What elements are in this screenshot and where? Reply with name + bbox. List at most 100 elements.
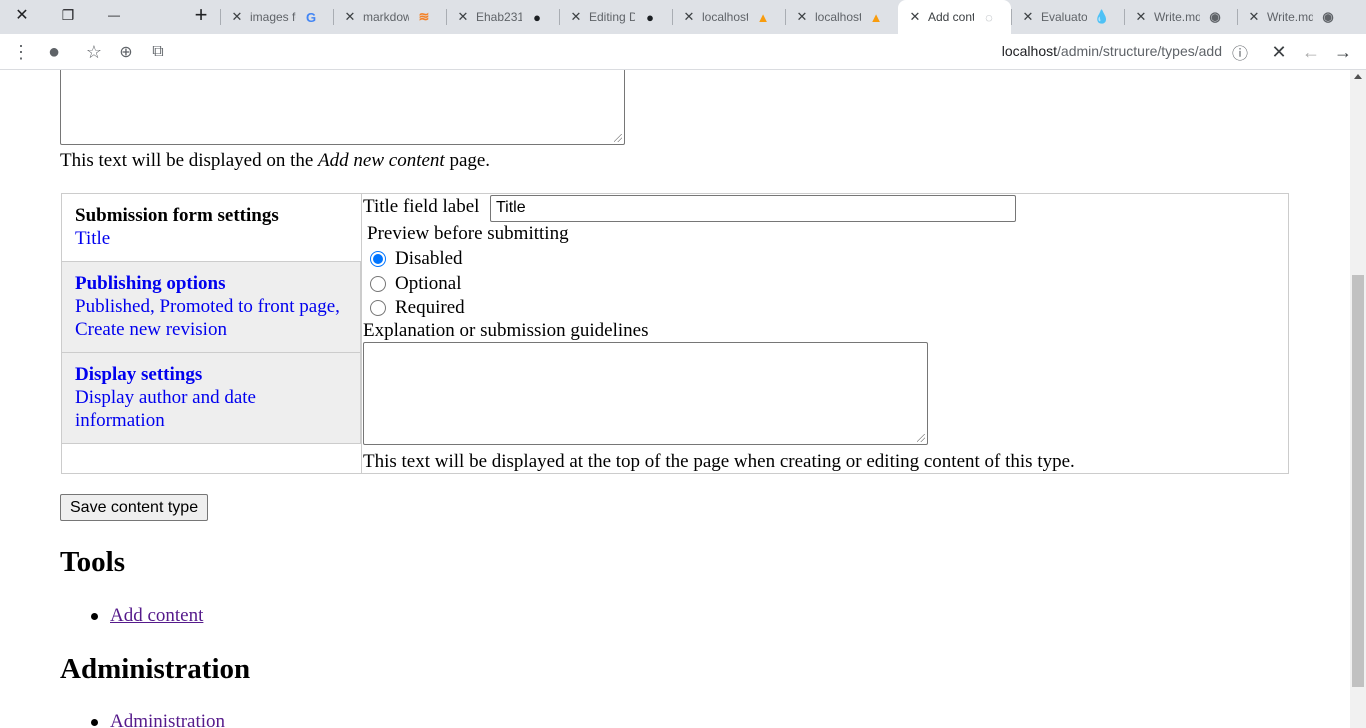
tab-close-icon[interactable]: ✕ xyxy=(569,9,583,25)
preview-option[interactable]: Disabled xyxy=(370,247,463,271)
tab-favicon-icon: ● xyxy=(533,9,541,25)
resize-grip-icon[interactable] xyxy=(614,134,622,142)
tab-close-icon[interactable]: ✕ xyxy=(795,9,809,25)
forward-arrow-icon[interactable]: → xyxy=(1331,40,1355,64)
tab-close-icon[interactable]: ✕ xyxy=(908,9,922,25)
help-emphasis: Add new content xyxy=(318,150,445,171)
tab-title: Write.md xyxy=(1154,10,1200,24)
preview-option[interactable]: Optional xyxy=(370,272,462,296)
tools-heading: Tools xyxy=(60,546,126,578)
url-host: localhost xyxy=(1001,43,1058,59)
tab-close-icon[interactable]: ✕ xyxy=(343,9,357,25)
vertical-tab[interactable]: Submission form settings Title xyxy=(62,194,361,262)
tab-close-icon[interactable]: ✕ xyxy=(1021,9,1035,25)
list-item: Administration xyxy=(91,710,225,728)
browser-tab[interactable]: ✕ Write.md ◉ xyxy=(1124,0,1237,34)
browser-tab[interactable]: ✕ markdow ≋ xyxy=(333,0,446,34)
vertical-tab-title: Display settings xyxy=(75,364,203,385)
save-content-type-button[interactable]: Save content type xyxy=(60,494,209,521)
new-tab-button[interactable]: + xyxy=(187,2,215,27)
bullet-icon xyxy=(91,612,98,620)
tab-favicon-icon: ◌ xyxy=(985,9,993,25)
tab-title: Write.md xyxy=(1267,10,1313,24)
tab-title: localhost xyxy=(702,10,748,24)
tab-close-icon[interactable]: ✕ xyxy=(1134,9,1148,25)
list-item: Add content xyxy=(91,604,203,628)
radio-button[interactable] xyxy=(370,251,386,267)
radio-button[interactable] xyxy=(370,300,386,316)
back-arrow-icon[interactable]: ← xyxy=(1299,40,1323,64)
tab-title: Evaluator xyxy=(1041,10,1087,24)
browser-tab[interactable]: ✕ Add cont ◌ xyxy=(898,0,1011,34)
site-info-icon[interactable]: ⓘ xyxy=(1228,40,1252,64)
window-minimize-icon[interactable]: — xyxy=(100,4,128,26)
vertical-scrollbar[interactable] xyxy=(1350,70,1366,728)
tab-favicon-icon: ● xyxy=(646,9,654,25)
window-restore-icon[interactable]: ❐ xyxy=(54,4,82,26)
vertical-tab-summary: Display author and date information xyxy=(75,387,256,431)
submission-form-settings-pane: Title field label Title Preview before s… xyxy=(361,194,1288,473)
title-field-input[interactable]: Title xyxy=(490,195,1016,222)
administration-heading: Administration xyxy=(60,653,251,685)
browser-tab[interactable]: ✕ images fo G xyxy=(220,0,333,34)
tab-favicon-icon: ◉ xyxy=(1209,9,1221,24)
radio-button[interactable] xyxy=(370,276,386,292)
tab-favicon-icon: ◉ xyxy=(1322,9,1334,24)
tab-separator xyxy=(220,9,221,25)
tab-title: Editing D xyxy=(589,10,635,24)
bookmark-star-icon[interactable]: ☆ xyxy=(82,40,106,64)
tab-title: Ehab231 xyxy=(476,10,522,24)
browser-toolbar: ⋮ ● ☆ ⊕ ⧉ localhost/admin/structure/type… xyxy=(0,34,1366,70)
preview-option[interactable]: Required xyxy=(370,296,465,320)
tab-separator xyxy=(1237,9,1238,25)
tab-separator xyxy=(672,9,673,25)
extension-icon[interactable]: ⧉ xyxy=(146,40,170,64)
tab-title: localhost xyxy=(815,10,861,24)
browser-tab[interactable]: ✕ Evaluator 💧 xyxy=(1011,0,1124,34)
radio-label: Disabled xyxy=(395,248,463,269)
browser-tab[interactable]: ✕ localhost ▲ xyxy=(785,0,898,34)
zoom-icon[interactable]: ⊕ xyxy=(114,40,138,64)
address-bar[interactable]: localhost/admin/structure/types/add xyxy=(1002,43,1222,59)
description-textarea[interactable] xyxy=(60,70,625,145)
explanation-textarea[interactable] xyxy=(363,342,928,445)
scroll-up-arrow-icon[interactable] xyxy=(1354,74,1362,79)
vertical-tabs: Submission form settings Title Publishing … xyxy=(61,193,1289,474)
browser-tab-strip: ✕ ❐ — + ✕ images fo G ✕ markdow ≋ ✕ Ehab231 ● ✕ Ed… xyxy=(0,0,1366,34)
radio-label: Optional xyxy=(395,273,462,294)
description-help-text: This text will be displayed on the Add n… xyxy=(60,150,491,171)
vertical-tab[interactable]: Display settings Display author and date … xyxy=(62,353,361,444)
bullet-icon xyxy=(91,718,98,726)
tab-favicon-icon: 💧 xyxy=(1093,9,1111,24)
browser-tab[interactable]: ✕ Ehab231 ● xyxy=(446,0,559,34)
tab-separator xyxy=(333,9,334,25)
browser-tab[interactable]: ✕ Write.md ◉ xyxy=(1237,0,1350,34)
scrollbar-thumb[interactable] xyxy=(1352,275,1364,687)
tab-close-icon[interactable]: ✕ xyxy=(1247,9,1261,25)
browser-menu-icon[interactable]: ⋮ xyxy=(9,40,33,64)
vertical-tab-title: Submission form settings xyxy=(75,205,279,226)
browser-tab[interactable]: ✕ localhost ▲ xyxy=(672,0,785,34)
tab-close-icon[interactable]: ✕ xyxy=(456,9,470,25)
tab-separator xyxy=(446,9,447,25)
tab-favicon-icon: G xyxy=(305,9,317,25)
window-close-icon[interactable]: ✕ xyxy=(8,4,36,26)
tab-close-icon[interactable]: ✕ xyxy=(230,9,244,25)
browser-tab[interactable]: ✕ Editing D ● xyxy=(559,0,672,34)
tab-separator xyxy=(1011,9,1012,25)
resize-grip-icon[interactable] xyxy=(917,434,925,442)
tab-close-icon[interactable]: ✕ xyxy=(682,9,696,25)
add-content-link[interactable]: Add content xyxy=(110,605,203,627)
vertical-tab[interactable]: Publishing options Published, Promoted to… xyxy=(62,262,361,353)
administration-link[interactable]: Administration xyxy=(110,711,225,728)
tab-favicon-icon: ▲ xyxy=(869,9,883,25)
page-viewport: This text will be displayed on the Add n… xyxy=(0,70,1350,728)
radio-label: Required xyxy=(395,297,465,318)
vertical-tab-title: Publishing options xyxy=(75,273,226,294)
stop-loading-icon[interactable]: ✕ xyxy=(1267,40,1291,64)
tab-separator xyxy=(785,9,786,25)
url-path: /admin/structure/types/add xyxy=(1057,43,1222,59)
explanation-label: Explanation or submission guidelines xyxy=(363,320,649,341)
account-icon[interactable]: ● xyxy=(42,40,66,64)
tab-favicon-icon: ≋ xyxy=(418,9,430,24)
